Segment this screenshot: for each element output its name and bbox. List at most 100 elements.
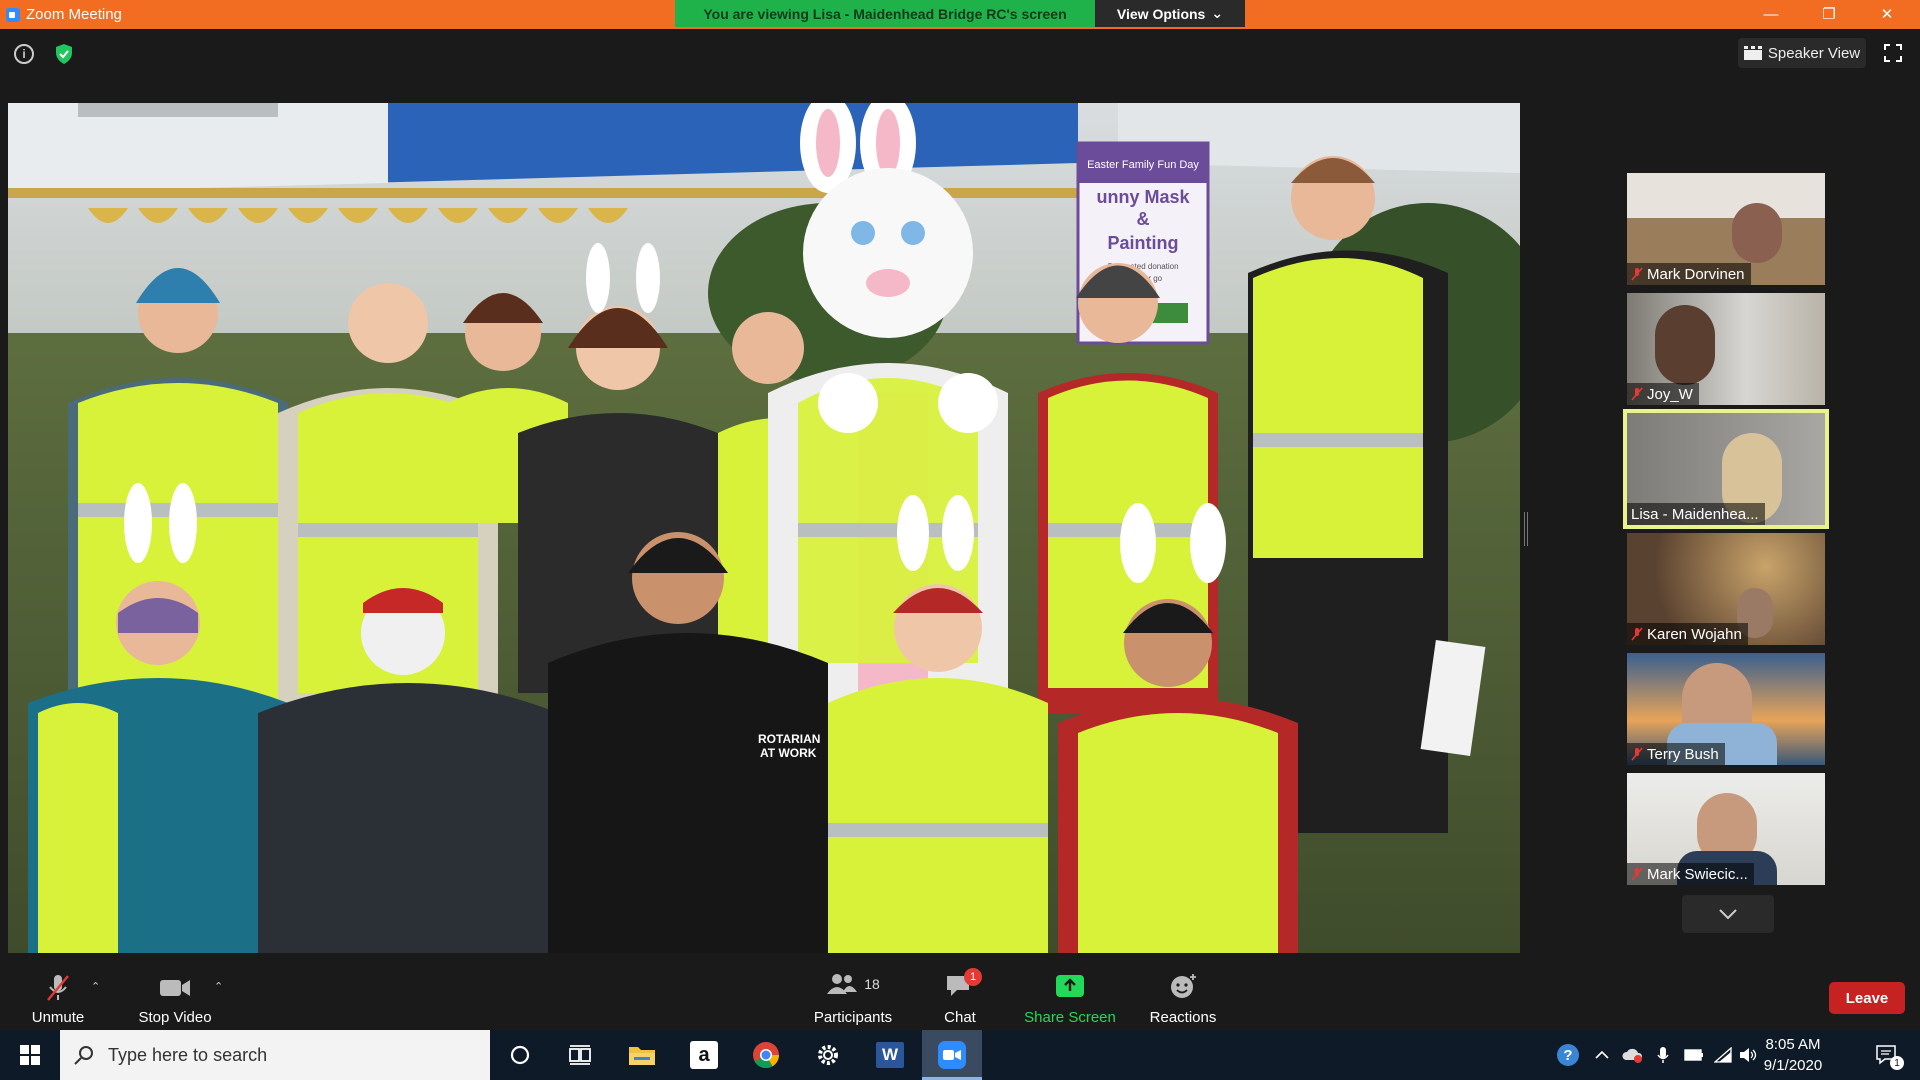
view-options-button[interactable]: View Options ⌄	[1095, 0, 1245, 27]
chat-button[interactable]: 1 Chat	[920, 960, 1000, 1030]
chevron-down-icon: ⌄	[1211, 5, 1224, 21]
folder-icon	[629, 1047, 655, 1065]
search-icon	[74, 1046, 93, 1065]
shared-photo: Easter Family Fun Day unny Mask & Painti…	[8, 103, 1520, 953]
participants-label: Participants	[813, 1009, 893, 1026]
participant-tile[interactable]: Karen Wojahn	[1627, 533, 1825, 645]
view-options-label: View Options	[1116, 5, 1206, 22]
battery-icon	[1684, 1049, 1703, 1061]
participant-tile[interactable]: Joy_W	[1627, 293, 1825, 405]
onedrive-status[interactable]	[1618, 1030, 1648, 1080]
show-hidden-icons-button[interactable]	[1590, 1030, 1614, 1080]
shared-screen: Easter Family Fun Day unny Mask & Painti…	[8, 103, 1520, 953]
svg-text:?: ?	[1563, 1047, 1572, 1064]
participant-tile-active[interactable]: Lisa - Maidenhea...	[1623, 409, 1829, 529]
participant-tile[interactable]: Mark Swiecic...	[1627, 773, 1825, 885]
battery-status[interactable]	[1680, 1030, 1708, 1080]
zoom-taskbar-button[interactable]	[922, 1030, 982, 1080]
speaker-view-label: Speaker View	[1767, 44, 1861, 62]
word-logo-icon: W	[876, 1042, 904, 1068]
wifi-icon	[1714, 1047, 1732, 1063]
chevron-down-icon	[1719, 909, 1737, 919]
reactions-smiley-icon	[1171, 974, 1196, 998]
participant-name-tag: Karen Wojahn	[1627, 623, 1748, 645]
clock-time: 8:05 AM	[1765, 1036, 1821, 1053]
participant-name-tag: Mark Swiecic...	[1627, 863, 1754, 885]
windows-logo-icon	[20, 1045, 40, 1065]
participants-icon	[827, 974, 858, 994]
participant-tile[interactable]: Terry Bush	[1627, 653, 1825, 765]
viewing-banner: You are viewing Lisa - Maidenhead Bridge…	[675, 0, 1095, 27]
chat-label: Chat	[944, 1009, 976, 1026]
clock-date: 9/1/2020	[1763, 1057, 1823, 1074]
video-options-caret[interactable]: ⌃	[214, 980, 223, 993]
participant-name-tag: Mark Dorvinen	[1627, 263, 1751, 285]
fullscreen-icon[interactable]	[1884, 44, 1902, 62]
speaker-view-icon	[1743, 46, 1762, 60]
share-screen-icon	[1056, 975, 1084, 997]
participant-figure	[1655, 305, 1715, 385]
help-button[interactable]: ?	[1552, 1030, 1586, 1080]
participant-name: Terry Bush	[1647, 745, 1719, 763]
shirt-text1: ROTARIAN	[758, 732, 820, 746]
app-title: Zoom Meeting	[6, 6, 122, 23]
muted-mic-icon	[1631, 387, 1643, 401]
task-view-icon	[569, 1045, 591, 1065]
gallery-scroll-down-button[interactable]	[1682, 895, 1774, 933]
reactions-button[interactable]: Reactions	[1138, 960, 1228, 1030]
microphone-icon	[1657, 1047, 1669, 1063]
sign-line2: unny Mask	[1096, 187, 1190, 207]
taskbar-search-input[interactable]: Type here to search	[60, 1030, 490, 1080]
encryption-shield-icon[interactable]	[54, 43, 74, 65]
participant-name: Karen Wojahn	[1647, 625, 1742, 643]
unmute-button[interactable]: Unmute	[18, 960, 98, 1030]
file-explorer-button[interactable]	[612, 1030, 672, 1080]
leave-meeting-button[interactable]: Leave	[1829, 982, 1905, 1014]
shirt-text2: AT WORK	[760, 746, 817, 760]
reactions-label: Reactions	[1149, 1009, 1217, 1026]
minimize-button[interactable]: —	[1756, 3, 1786, 25]
speaker-view-button[interactable]: Speaker View	[1738, 38, 1866, 68]
sign-line4: Painting	[1108, 233, 1179, 253]
settings-button[interactable]	[798, 1030, 858, 1080]
muted-mic-icon	[47, 975, 69, 1001]
gear-icon	[818, 1045, 838, 1065]
muted-mic-icon	[1631, 867, 1643, 881]
zoom-logo-icon	[6, 7, 20, 22]
taskbar-clock[interactable]: 8:05 AM 9/1/2020	[1748, 1034, 1838, 1076]
audio-options-caret[interactable]: ⌃	[91, 980, 100, 993]
task-view-button[interactable]	[550, 1030, 610, 1080]
stop-video-button[interactable]: Stop Video	[130, 960, 220, 1030]
restore-button[interactable]: ❐	[1814, 3, 1844, 25]
word-button[interactable]: W	[860, 1030, 920, 1080]
meeting-toolbar: Unmute ⌃ Stop Video ⌃ 18 Participants 1 …	[0, 960, 1920, 1030]
search-placeholder: Type here to search	[108, 1044, 268, 1065]
network-status[interactable]	[1710, 1030, 1736, 1080]
chrome-logo-icon	[753, 1042, 780, 1069]
chrome-button[interactable]	[736, 1030, 796, 1080]
help-question-icon: ?	[1557, 1044, 1579, 1066]
share-screen-button[interactable]: Share Screen	[1020, 960, 1120, 1030]
zoom-app-icon	[938, 1041, 966, 1069]
windows-taskbar: Type here to search a W ? 8:05 AM 9/1/20…	[0, 1030, 1920, 1080]
chevron-up-icon	[1595, 1051, 1609, 1059]
close-button[interactable]: ✕	[1872, 3, 1902, 25]
share-screen-label: Share Screen	[1024, 1009, 1116, 1026]
amazon-app-button[interactable]: a	[674, 1030, 734, 1080]
participant-name: Mark Dorvinen	[1647, 265, 1745, 283]
cortana-button[interactable]	[490, 1030, 550, 1080]
muted-mic-icon	[1631, 747, 1643, 761]
cloud-error-icon	[1622, 1048, 1643, 1063]
participant-tile[interactable]: Mark Dorvinen	[1627, 173, 1825, 285]
cortana-circle-icon	[510, 1045, 530, 1065]
start-button[interactable]	[0, 1030, 60, 1080]
microphone-in-use[interactable]	[1650, 1030, 1676, 1080]
participants-count: 18	[864, 976, 880, 992]
info-icon[interactable]: i	[14, 44, 34, 64]
action-center-button[interactable]: 1	[1862, 1030, 1912, 1080]
participant-name: Lisa - Maidenhea...	[1631, 505, 1759, 523]
participants-button[interactable]: 18 Participants	[808, 960, 898, 1030]
sign-line1: Easter Family Fun Day	[1087, 159, 1199, 171]
panel-splitter-handle[interactable]	[1524, 512, 1528, 546]
muted-mic-icon	[1631, 267, 1643, 281]
